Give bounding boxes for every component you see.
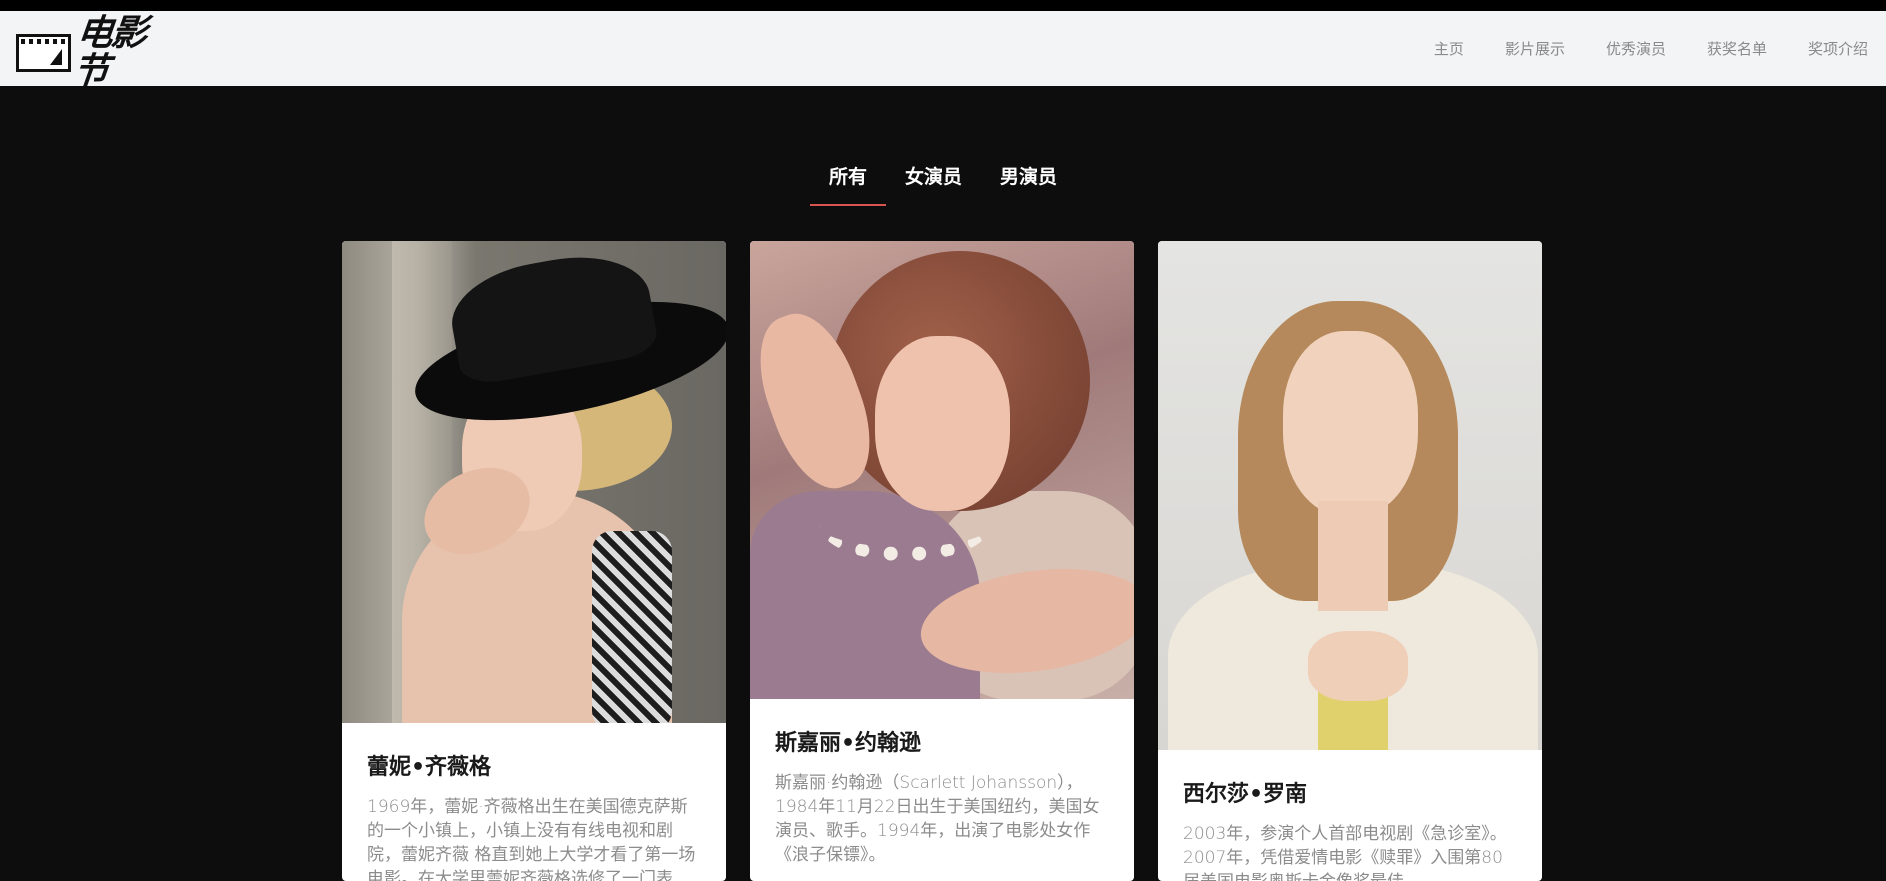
navbar: 电影节 主页 影片展示 优秀演员 获奖名单 奖项介绍	[0, 11, 1886, 92]
filter-tabs: 所有 女演员 男演员	[810, 162, 1076, 206]
nav-winners[interactable]: 获奖名单	[1707, 38, 1767, 59]
logo-text: 电影节	[71, 13, 148, 92]
nav-actors[interactable]: 优秀演员	[1606, 38, 1666, 59]
tab-actresses[interactable]: 女演员	[886, 162, 981, 206]
actor-card[interactable]: 斯嘉丽•约翰逊 斯嘉丽·约翰逊（Scarlett Johansson），1984…	[750, 241, 1134, 881]
nav-home[interactable]: 主页	[1434, 38, 1464, 59]
site-logo[interactable]: 电影节	[16, 13, 176, 92]
actor-photo	[750, 241, 1134, 699]
actor-name: 斯嘉丽•约翰逊	[775, 731, 922, 756]
nav-films[interactable]: 影片展示	[1505, 38, 1565, 59]
actor-description: 1969年，蕾妮·齐薇格出生在美国德克萨斯的一个小镇上，小镇上没有有线电视和剧院…	[367, 797, 696, 881]
actor-card[interactable]: 蕾妮•齐薇格 1969年，蕾妮·齐薇格出生在美国德克萨斯的一个小镇上，小镇上没有…	[342, 241, 726, 881]
film-icon	[16, 34, 72, 72]
tab-all[interactable]: 所有	[810, 162, 887, 206]
main-nav: 主页 影片展示 优秀演员 获奖名单 奖项介绍	[1393, 11, 1868, 86]
actor-photo	[342, 241, 726, 723]
actor-card[interactable]: 西尔莎•罗南 2003年，参演个人首部电视剧《急诊室》。2007年，凭借爱情电影…	[1158, 241, 1542, 881]
actor-photo	[1158, 241, 1542, 750]
actor-description: 斯嘉丽·约翰逊（Scarlett Johansson），1984年11月22日出…	[775, 773, 1100, 865]
actor-name: 蕾妮•齐薇格	[367, 755, 492, 780]
top-strip	[0, 0, 1886, 11]
nav-awards[interactable]: 奖项介绍	[1808, 38, 1868, 59]
actor-name: 西尔莎•罗南	[1183, 782, 1308, 807]
actor-description: 2003年，参演个人首部电视剧《急诊室》。2007年，凭借爱情电影《赎罪》入围第…	[1183, 824, 1507, 881]
tab-actors[interactable]: 男演员	[981, 162, 1076, 206]
